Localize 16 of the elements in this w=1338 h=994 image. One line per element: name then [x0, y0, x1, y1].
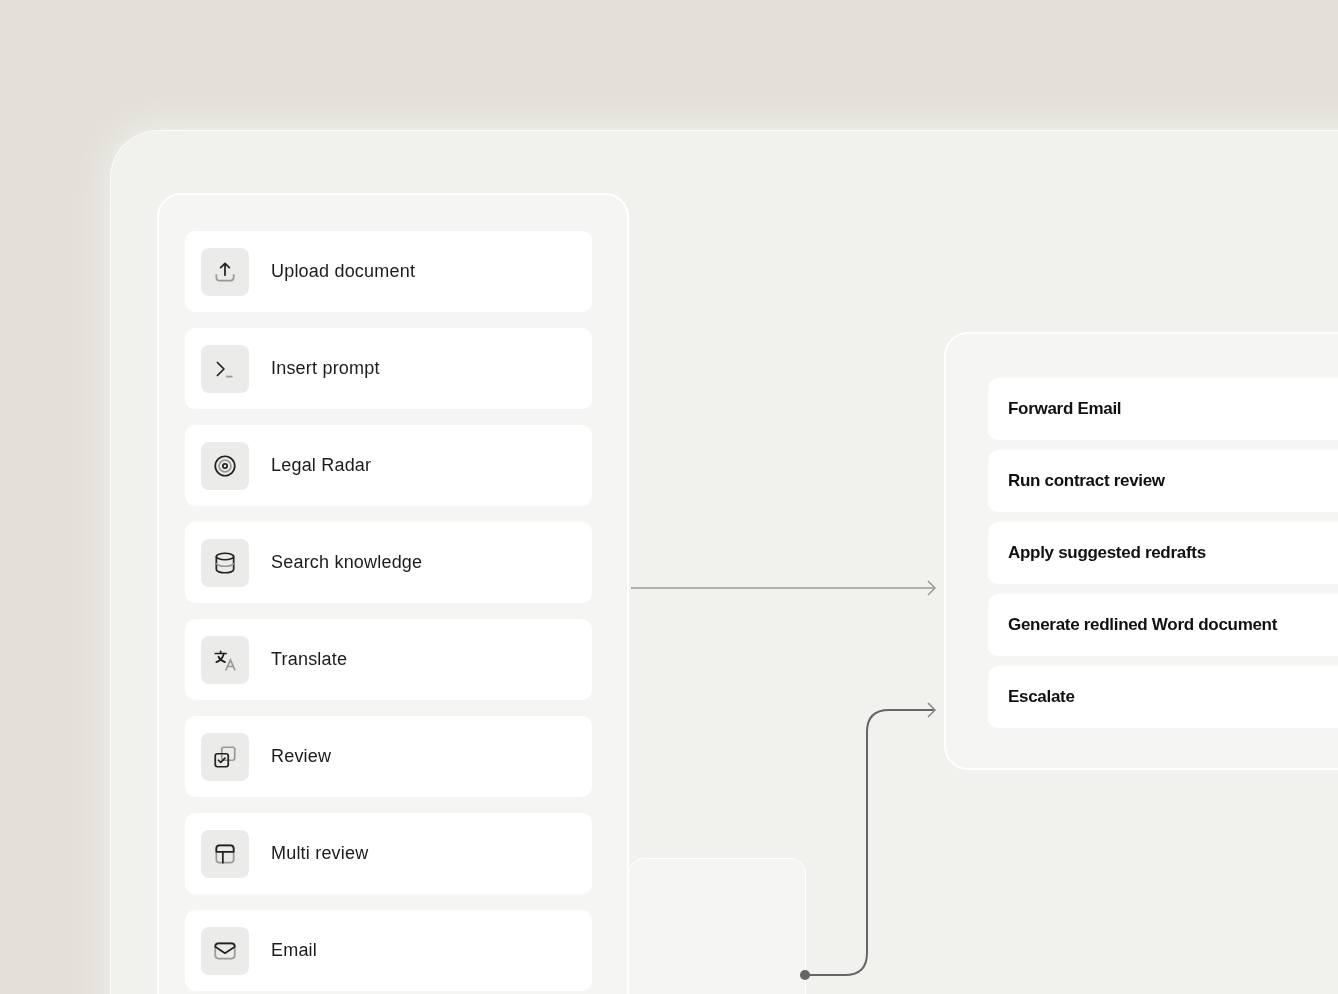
database-icon — [212, 549, 238, 576]
action-item[interactable]: Run contract review — [988, 450, 1338, 512]
target-icon — [212, 452, 238, 479]
action-item[interactable]: Apply suggested redrafts — [988, 522, 1338, 584]
block-item[interactable]: Translate — [185, 619, 592, 700]
block-item[interactable]: Review — [185, 716, 592, 797]
checkbox-stack-icon — [212, 743, 238, 770]
block-item[interactable]: Upload document — [185, 231, 592, 312]
block-item[interactable]: Email — [185, 910, 592, 991]
block-item[interactable]: Legal Radar — [185, 425, 592, 506]
action-item[interactable]: Escalate — [988, 666, 1338, 728]
action-item[interactable]: Generate redlined Word document — [988, 594, 1338, 656]
block-item[interactable]: Insert prompt — [185, 328, 592, 409]
action-item[interactable]: Forward Email — [988, 378, 1338, 440]
block-item[interactable]: Search knowledge — [185, 522, 592, 603]
block-item[interactable]: Multi review — [185, 813, 592, 894]
